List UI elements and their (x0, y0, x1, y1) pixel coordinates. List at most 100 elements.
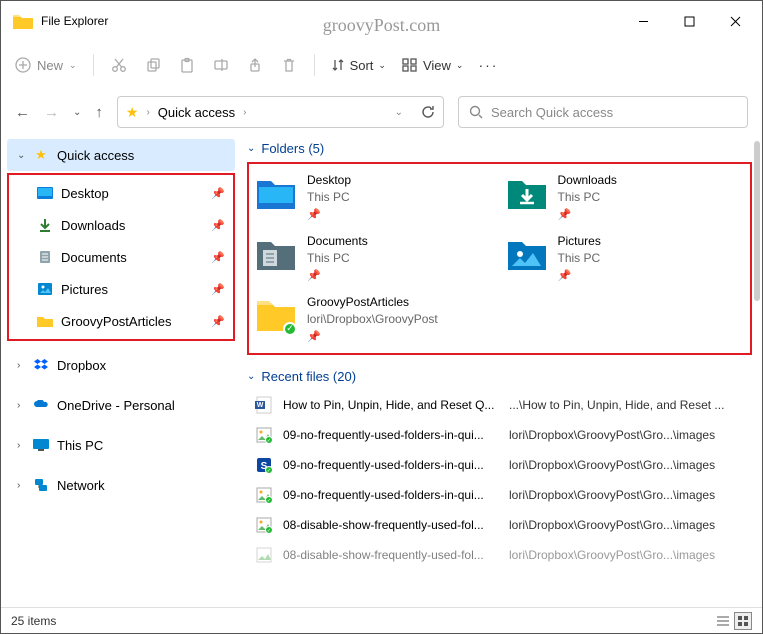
folder-name: Desktop (307, 172, 351, 189)
section-title: Folders (5) (261, 141, 324, 156)
svg-text:✓: ✓ (267, 498, 271, 504)
file-row[interactable]: W How to Pin, Unpin, Hide, and Reset Q..… (247, 390, 752, 420)
maximize-button[interactable] (666, 5, 712, 37)
folder-documents[interactable]: DocumentsThis PC📌 (255, 233, 494, 284)
folder-path: lori\Dropbox\GroovyPost (307, 311, 438, 328)
delete-icon[interactable] (280, 56, 298, 74)
image-file-icon: ✓ (255, 516, 273, 534)
star-icon: ★ (31, 147, 51, 163)
folder-name: Documents (307, 233, 368, 250)
section-title: Recent files (20) (261, 369, 356, 384)
dropdown-icon[interactable]: ⌄ (395, 107, 403, 118)
divider (314, 54, 315, 76)
image-file-icon: ✓ (255, 486, 273, 504)
pin-icon: 📌 (558, 269, 601, 284)
chevron-right-icon[interactable]: › (17, 480, 31, 491)
file-name: 09-no-frequently-used-folders-in-qui... (283, 428, 499, 442)
downloads-icon (506, 172, 548, 214)
pin-icon: 📌 (211, 251, 225, 264)
up-button[interactable]: ↑ (95, 104, 103, 121)
sidebar-quick-access[interactable]: ⌄ ★ Quick access (7, 139, 235, 171)
file-name: 09-no-frequently-used-folders-in-qui... (283, 488, 499, 502)
search-placeholder: Search Quick access (491, 105, 613, 120)
new-button[interactable]: New ⌄ (15, 57, 77, 73)
sidebar-item-pictures[interactable]: Pictures 📌 (11, 273, 231, 305)
folder-downloads[interactable]: DownloadsThis PC📌 (506, 172, 745, 223)
sidebar-item-thispc[interactable]: › This PC (7, 429, 235, 461)
sync-badge-icon: ✓ (283, 322, 297, 336)
search-input[interactable]: Search Quick access (458, 96, 748, 128)
svg-text:W: W (257, 402, 264, 409)
sidebar-item-onedrive[interactable]: › OneDrive - Personal (7, 389, 235, 421)
more-icon[interactable]: ··· (479, 56, 497, 74)
scrollbar[interactable] (754, 141, 760, 301)
rename-icon[interactable] (212, 56, 230, 74)
chevron-down-icon: ⌄ (247, 143, 255, 154)
file-path: lori\Dropbox\GroovyPost\Gro...\images (509, 548, 752, 562)
file-name: 08-disable-show-frequently-used-fol... (283, 518, 499, 532)
chevron-right-icon: › (243, 107, 246, 118)
sidebar-item-dropbox[interactable]: › Dropbox (7, 349, 235, 381)
desktop-icon (35, 187, 55, 199)
annotation-box: DesktopThis PC📌 DownloadsThis PC📌 Docume… (247, 162, 752, 355)
sidebar-item-label: Documents (61, 250, 127, 265)
paste-icon[interactable] (178, 56, 196, 74)
share-icon[interactable] (246, 56, 264, 74)
sidebar-item-label: Dropbox (57, 358, 106, 373)
statusbar: 25 items (1, 607, 762, 633)
star-icon: ★ (126, 104, 139, 121)
folder-groovypost[interactable]: ✓ GroovyPostArticleslori\Dropbox\GroovyP… (255, 294, 744, 345)
folder-name: GroovyPostArticles (307, 294, 438, 311)
details-view-button[interactable] (714, 612, 732, 630)
chevron-right-icon[interactable]: › (17, 400, 31, 411)
folder-pictures[interactable]: PicturesThis PC📌 (506, 233, 745, 284)
close-button[interactable] (712, 5, 758, 37)
chevron-down-icon: ⌄ (69, 60, 77, 71)
folders-section-header[interactable]: ⌄ Folders (5) (247, 141, 752, 156)
file-row[interactable]: S✓ 09-no-frequently-used-folders-in-qui.… (247, 450, 752, 480)
window-title: File Explorer (41, 14, 108, 28)
titlebar: File Explorer (1, 1, 762, 41)
folder-desktop[interactable]: DesktopThis PC📌 (255, 172, 494, 223)
back-button[interactable]: ← (15, 104, 30, 121)
sidebar-item-documents[interactable]: Documents 📌 (11, 241, 231, 273)
file-row[interactable]: ✓ 08-disable-show-frequently-used-fol...… (247, 510, 752, 540)
file-row[interactable]: 08-disable-show-frequently-used-fol... l… (247, 540, 752, 570)
file-path: lori\Dropbox\GroovyPost\Gro...\images (509, 488, 752, 502)
sort-button[interactable]: Sort ⌄ (331, 58, 386, 73)
documents-icon (255, 233, 297, 275)
minimize-button[interactable] (620, 5, 666, 37)
recent-section-header[interactable]: ⌄ Recent files (20) (247, 369, 752, 384)
forward-button[interactable]: → (44, 104, 59, 121)
chevron-right-icon[interactable]: › (17, 440, 31, 451)
network-icon (31, 478, 51, 492)
new-label: New (37, 58, 63, 73)
file-row[interactable]: ✓ 09-no-frequently-used-folders-in-qui..… (247, 420, 752, 450)
thispc-icon (31, 439, 51, 451)
folder-path: This PC (558, 189, 617, 206)
pin-icon: 📌 (558, 208, 617, 223)
cut-icon[interactable] (110, 56, 128, 74)
view-button[interactable]: View ⌄ (402, 58, 464, 73)
file-row[interactable]: ✓ 09-no-frequently-used-folders-in-qui..… (247, 480, 752, 510)
tiles-view-button[interactable] (734, 612, 752, 630)
annotation-box: Desktop 📌 Downloads 📌 Documents 📌 Pictur… (7, 173, 235, 341)
chevron-down-icon: ⌄ (378, 60, 386, 71)
address-bar[interactable]: ★ › Quick access › ⌄ (117, 96, 444, 128)
breadcrumb-label[interactable]: Quick access (158, 105, 235, 120)
chevron-down-icon[interactable]: ⌄ (17, 150, 31, 161)
file-name: How to Pin, Unpin, Hide, and Reset Q... (283, 398, 499, 412)
refresh-icon[interactable] (421, 105, 435, 119)
sidebar-item-label: This PC (57, 438, 103, 453)
downloads-icon (35, 218, 55, 232)
sidebar-item-desktop[interactable]: Desktop 📌 (11, 177, 231, 209)
divider (93, 54, 94, 76)
recent-locations-button[interactable]: ⌄ (73, 107, 81, 118)
sidebar-item-downloads[interactable]: Downloads 📌 (11, 209, 231, 241)
copy-icon[interactable] (144, 56, 162, 74)
sidebar-item-groovypost[interactable]: GroovyPostArticles 📌 (11, 305, 231, 337)
chevron-right-icon[interactable]: › (17, 360, 31, 371)
sidebar-item-network[interactable]: › Network (7, 469, 235, 501)
sidebar-item-label: Quick access (57, 148, 134, 163)
file-path: lori\Dropbox\GroovyPost\Gro...\images (509, 428, 752, 442)
